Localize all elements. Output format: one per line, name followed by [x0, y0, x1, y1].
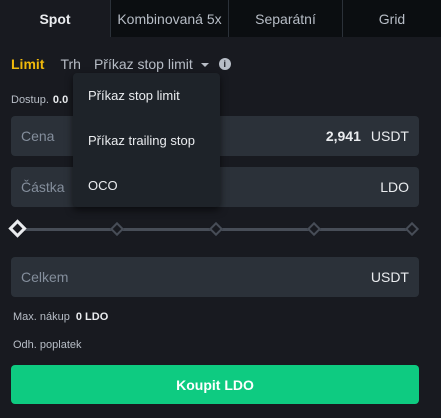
order-type-dropdown-menu: Příkaz stop limit Příkaz trailing stop O… [73, 73, 220, 207]
tab-grid[interactable]: Grid [342, 0, 441, 37]
amount-unit: LDO [380, 179, 409, 195]
menu-item-trailing-stop[interactable]: Příkaz trailing stop [88, 133, 195, 148]
menu-item-oco[interactable]: OCO [88, 178, 118, 193]
price-unit: USDT [370, 128, 409, 144]
estimated-fee: Odh. poplatek [13, 339, 82, 351]
info-icon[interactable]: i [218, 58, 231, 70]
amount-slider[interactable] [8, 219, 420, 238]
available-balance: Dostup. 0.0 [11, 94, 68, 106]
order-type-stop-dropdown[interactable]: Příkaz stop limit [94, 56, 209, 72]
order-type-limit[interactable]: Limit [11, 56, 44, 72]
available-label: Dostup. [11, 94, 49, 106]
caret-down-icon [200, 63, 209, 67]
price-value[interactable]: 2,941 [326, 128, 361, 144]
order-type-stop-label: Příkaz stop limit [93, 56, 193, 72]
estimated-fee-label[interactable]: Odh. poplatek [13, 339, 82, 351]
total-label: Celkem [21, 269, 69, 285]
total-unit: USDT [370, 269, 409, 285]
max-buy: Max. nákup 0 LDO [13, 311, 108, 323]
slider-mark-100[interactable] [404, 221, 420, 237]
tab-cross-margin[interactable]: Kombinovaná 5x [110, 0, 228, 37]
trade-mode-tabs: Spot Kombinovaná 5x Separátní Grid [0, 0, 441, 37]
menu-item-stop-limit[interactable]: Příkaz stop limit [88, 88, 180, 103]
max-buy-value: 0 LDO [75, 311, 109, 323]
slider-mark-25[interactable] [109, 221, 125, 237]
total-input[interactable]: Celkem USDT [11, 257, 419, 297]
price-label: Cena [21, 128, 55, 144]
slider-mark-75[interactable] [306, 221, 322, 237]
order-type-selector: Limit Trh Příkaz stop limit i [11, 56, 231, 72]
tab-spot[interactable]: Spot [0, 0, 110, 37]
available-value: 0.0 [52, 94, 69, 106]
slider-mark-50[interactable] [208, 221, 224, 237]
trade-panel: Spot Kombinovaná 5x Separátní Grid Limit… [0, 0, 441, 418]
amount-label: Částka [21, 179, 65, 195]
tab-isolated-margin[interactable]: Separátní [228, 0, 342, 37]
order-type-market[interactable]: Trh [60, 56, 80, 72]
buy-button[interactable]: Koupit LDO [11, 365, 419, 404]
slider-thumb[interactable] [8, 219, 27, 238]
max-buy-label: Max. nákup [13, 311, 70, 323]
